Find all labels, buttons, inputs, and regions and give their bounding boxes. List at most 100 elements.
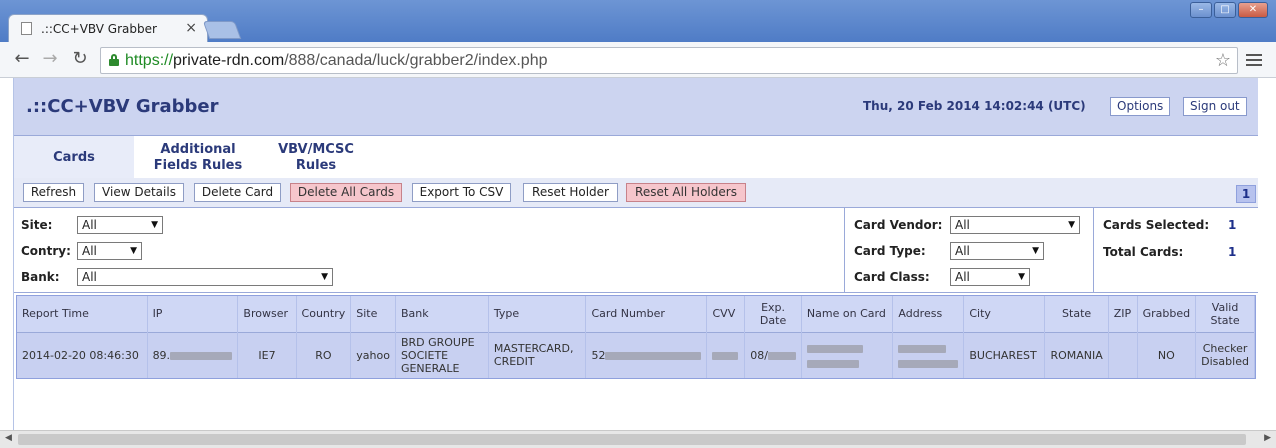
col-address[interactable]: Address: [892, 296, 965, 332]
scroll-left-icon[interactable]: ◀: [5, 433, 12, 443]
server-datetime: Thu, 20 Feb 2014 14:02:44 (UTC): [863, 99, 1086, 113]
cell-site: yahoo: [350, 331, 396, 378]
col-name-on-card[interactable]: Name on Card: [801, 296, 894, 332]
chevron-down-icon: ▼: [1018, 272, 1025, 282]
chevron-down-icon: ▼: [1032, 246, 1039, 256]
back-arrow-icon[interactable]: ←: [12, 50, 32, 70]
cell-city: BUCHAREST: [963, 331, 1046, 378]
cell-state: ROMANIA: [1044, 331, 1109, 378]
chevron-down-icon: ▼: [130, 246, 137, 256]
bank-select[interactable]: All ▼: [77, 268, 333, 286]
maximize-icon[interactable]: □: [1214, 2, 1236, 18]
tab-cards[interactable]: Cards: [14, 136, 134, 179]
col-country[interactable]: Country: [296, 296, 352, 332]
address-bar[interactable]: https://private-rdn.com/888/canada/luck/…: [100, 47, 1238, 74]
chevron-down-icon: ▼: [1068, 220, 1075, 230]
redacted-block: [170, 351, 233, 360]
redacted-block: [806, 345, 863, 354]
card-vendor-select[interactable]: All ▼: [950, 216, 1080, 234]
lock-icon: [109, 54, 119, 66]
delete-card-button[interactable]: Delete Card: [194, 183, 281, 202]
redacted-block: [712, 351, 739, 360]
col-ip[interactable]: IP: [147, 296, 239, 332]
redacted-block: [806, 360, 859, 369]
app-title: .::CC+VBV Grabber: [26, 96, 219, 117]
col-zip[interactable]: ZIP: [1108, 296, 1138, 332]
tab-vbv-mcsc-rules[interactable]: VBV/MCSC Rules: [266, 136, 366, 179]
horizontal-scrollbar[interactable]: ◀ ▶: [0, 430, 1276, 448]
chevron-down-icon: ▼: [321, 272, 328, 282]
sign-out-button[interactable]: Sign out: [1183, 97, 1247, 116]
browser-tab-title: .::CC+VBV Grabber: [41, 22, 157, 36]
cards-table: Report Time IP Browser Country Site Bank…: [16, 295, 1256, 379]
export-csv-button[interactable]: Export To CSV: [412, 183, 511, 202]
col-site[interactable]: Site: [350, 296, 396, 332]
cell-valid-state: Checker Disabled: [1195, 331, 1255, 378]
tab-close-icon[interactable]: ×: [185, 20, 197, 36]
reload-icon[interactable]: ↻: [70, 50, 90, 70]
cell-address: [892, 331, 965, 378]
scroll-right-icon[interactable]: ▶: [1264, 433, 1271, 443]
page-favicon-icon: [21, 22, 32, 35]
card-class-select[interactable]: All ▼: [950, 268, 1030, 286]
col-card-number[interactable]: Card Number: [585, 296, 708, 332]
table-row[interactable]: 2014-02-20 08:46:30 89. IE7 RO yahoo BRD…: [17, 331, 1255, 378]
card-type-label: Card Type:: [854, 244, 926, 258]
browser-tab[interactable]: .::CC+VBV Grabber ×: [8, 14, 208, 42]
cell-bank: BRD GROUPE SOCIETE GENERALE: [395, 331, 489, 378]
minimize-icon[interactable]: –: [1190, 2, 1212, 18]
cards-selected-value: 1: [1228, 218, 1237, 232]
refresh-button[interactable]: Refresh: [23, 183, 84, 202]
reset-holder-button[interactable]: Reset Holder: [523, 183, 618, 202]
cards-selected-label: Cards Selected:: [1103, 218, 1210, 232]
filter-divider: [844, 208, 845, 292]
bookmark-star-icon[interactable]: ☆: [1215, 50, 1231, 71]
app-header: .::CC+VBV Grabber Thu, 20 Feb 2014 14:02…: [14, 78, 1258, 135]
col-city[interactable]: City: [963, 296, 1046, 332]
reset-all-holders-button[interactable]: Reset All Holders: [626, 183, 746, 202]
col-bank[interactable]: Bank: [395, 296, 489, 332]
view-details-button[interactable]: View Details: [94, 183, 184, 202]
browser-menu-icon[interactable]: [1246, 51, 1262, 67]
cell-report-time: 2014-02-20 08:46:30: [17, 331, 148, 378]
contry-label: Contry:: [21, 244, 71, 258]
cell-grabbed: NO: [1137, 331, 1197, 378]
col-report-time[interactable]: Report Time: [17, 296, 148, 332]
col-exp-date[interactable]: Exp. Date: [744, 296, 802, 332]
cell-ip: 89.: [147, 331, 239, 378]
card-action-bar: Refresh View Details Delete Card Delete …: [14, 178, 1258, 207]
tab-additional-fields-rules[interactable]: Additional Fields Rules: [144, 136, 252, 179]
card-vendor-label: Card Vendor:: [854, 218, 943, 232]
redacted-block: [767, 351, 796, 360]
delete-all-cards-button[interactable]: Delete All Cards: [290, 183, 402, 202]
cell-country: RO: [296, 331, 352, 378]
filter-panel: Site: All ▼ Contry: All ▼ Bank: All ▼ Card …: [14, 207, 1258, 293]
cell-browser: IE7: [237, 331, 297, 378]
card-class-label: Card Class:: [854, 270, 930, 284]
cell-zip: [1108, 331, 1138, 378]
col-cvv[interactable]: CVV: [706, 296, 746, 332]
col-grabbed[interactable]: Grabbed: [1137, 296, 1197, 332]
contry-select[interactable]: All ▼: [77, 242, 142, 260]
options-button[interactable]: Options: [1110, 97, 1171, 116]
cell-cvv: [706, 331, 746, 378]
cell-card-number: 52: [585, 331, 708, 378]
total-cards-value: 1: [1228, 245, 1237, 259]
new-tab-button[interactable]: [202, 21, 242, 39]
window-close-icon[interactable]: ✕: [1238, 2, 1268, 18]
col-valid-state[interactable]: Valid State: [1195, 296, 1255, 332]
card-type-select[interactable]: All ▼: [950, 242, 1044, 260]
window-controls: – □ ✕: [1190, 2, 1268, 18]
forward-arrow-icon[interactable]: →: [40, 50, 60, 70]
page-number[interactable]: 1: [1236, 185, 1256, 203]
url-text: https://private-rdn.com/888/canada/luck/…: [125, 52, 548, 69]
table-header-row: Report Time IP Browser Country Site Bank…: [17, 296, 1255, 332]
col-browser[interactable]: Browser: [237, 296, 297, 332]
section-tabs: Cards Additional Fields Rules VBV/MCSC R…: [14, 135, 1258, 179]
col-type[interactable]: Type: [488, 296, 587, 332]
col-state[interactable]: State: [1044, 296, 1109, 332]
site-select[interactable]: All ▼: [77, 216, 163, 234]
scroll-thumb[interactable]: [18, 434, 1246, 445]
page-content: .::CC+VBV Grabber Thu, 20 Feb 2014 14:02…: [13, 78, 1258, 430]
cell-type: MASTERCARD, CREDIT: [488, 331, 587, 378]
